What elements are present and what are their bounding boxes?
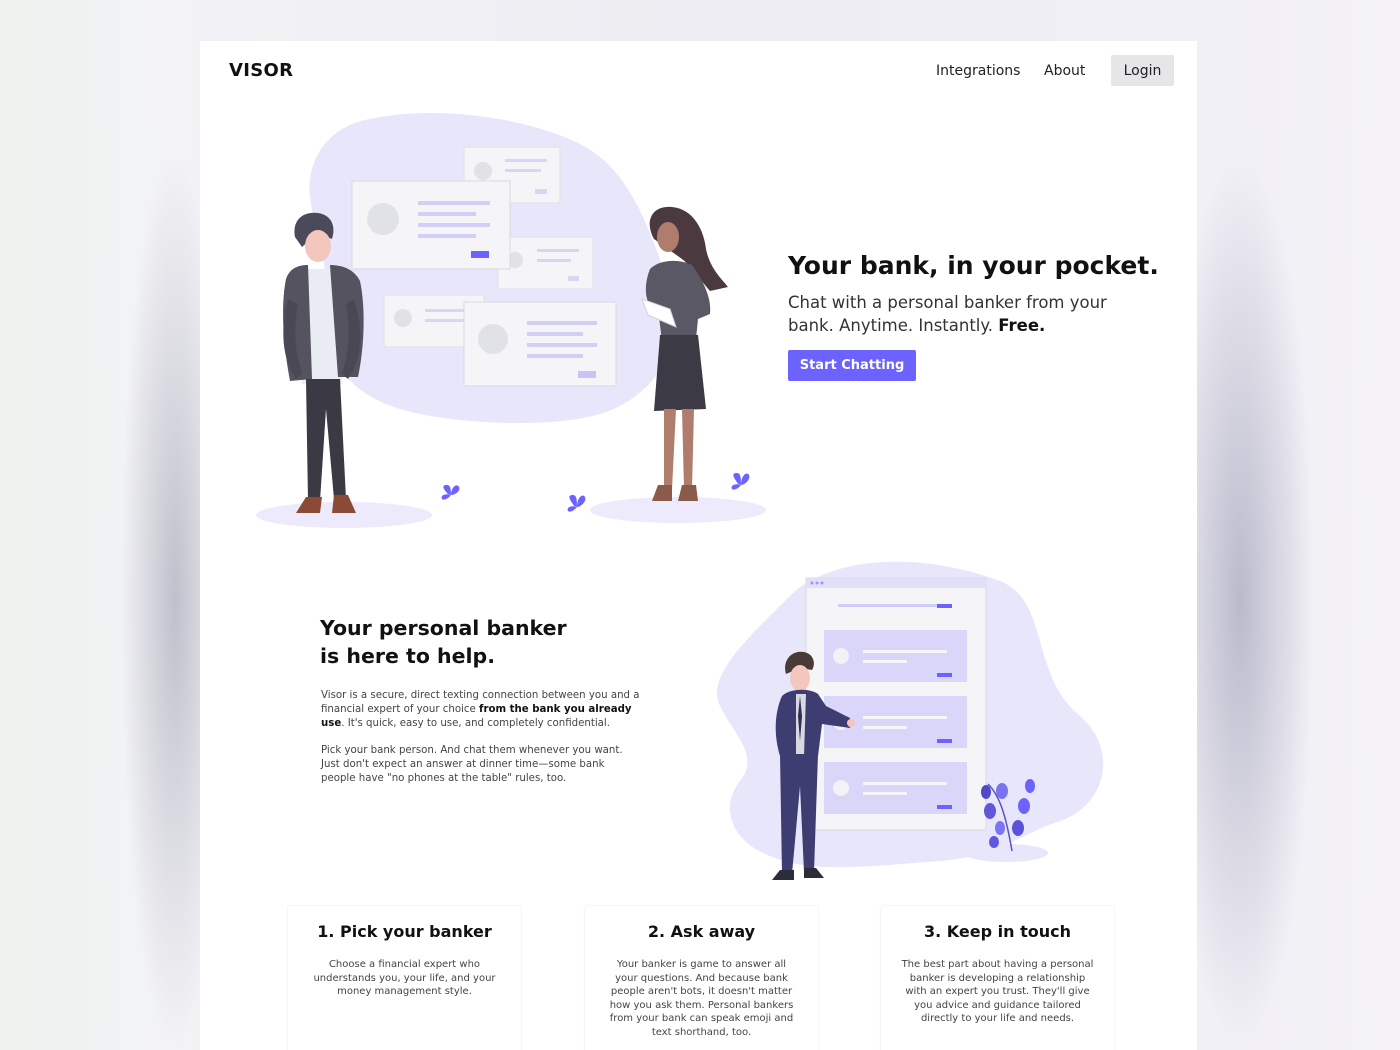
step-title: 3. Keep in touch xyxy=(924,922,1071,941)
leaf-sprout-icon xyxy=(731,473,750,490)
landing-page: VISOR Integrations About Login Your bank… xyxy=(200,41,1197,1050)
hero-subtitle: Chat with a personal banker from your ba… xyxy=(788,291,1133,337)
nav-link-integrations[interactable]: Integrations xyxy=(936,63,1020,79)
hero-illustration xyxy=(256,113,766,528)
banker-illustration xyxy=(717,561,1104,880)
step-body: Your banker is game to answer all your q… xyxy=(609,959,794,1038)
phone-screen xyxy=(805,577,987,831)
window-dots-icon xyxy=(810,581,824,585)
login-button[interactable]: Login xyxy=(1111,55,1174,86)
step-body: The best part about having a personal ba… xyxy=(901,959,1094,1024)
about-paragraph-2: Pick your bank person. And chat them whe… xyxy=(321,745,623,784)
shadow-ellipse xyxy=(964,844,1048,862)
logo[interactable]: VISOR xyxy=(229,60,293,81)
message-card xyxy=(463,301,617,387)
step-body: Choose a financial expert who understand… xyxy=(313,959,496,997)
about-paragraph-1: Visor is a secure, direct texting connec… xyxy=(321,689,641,731)
hero-subtitle-text: Chat with a personal banker from your ba… xyxy=(788,293,1107,335)
about-title: Your personal banker is here to help. xyxy=(320,614,620,670)
about-title-line1: Your personal banker xyxy=(320,616,567,640)
leaf-sprout-icon xyxy=(441,485,460,500)
message-card xyxy=(497,236,594,290)
step-title: 1. Pick your banker xyxy=(317,922,492,941)
step-card: 2. Ask away Your banker is game to answe… xyxy=(585,906,818,1050)
start-chatting-button[interactable]: Start Chatting xyxy=(788,350,916,381)
step-card: 1. Pick your banker Choose a financial e… xyxy=(288,906,521,1050)
shadow-ellipse xyxy=(590,497,766,523)
about-title-line2: is here to help. xyxy=(320,644,496,668)
message-card xyxy=(351,180,511,270)
step-title: 2. Ask away xyxy=(647,922,756,941)
hero-title: Your bank, in your pocket. xyxy=(788,251,1159,280)
about-p1-end: . It's quick, easy to use, and completel… xyxy=(341,718,610,729)
step-card: 3. Keep in touch The best part about hav… xyxy=(881,906,1114,1050)
nav-link-about[interactable]: About xyxy=(1044,63,1085,79)
hero-subtitle-free: Free. xyxy=(998,316,1046,335)
leaf-sprout-icon xyxy=(567,495,586,512)
